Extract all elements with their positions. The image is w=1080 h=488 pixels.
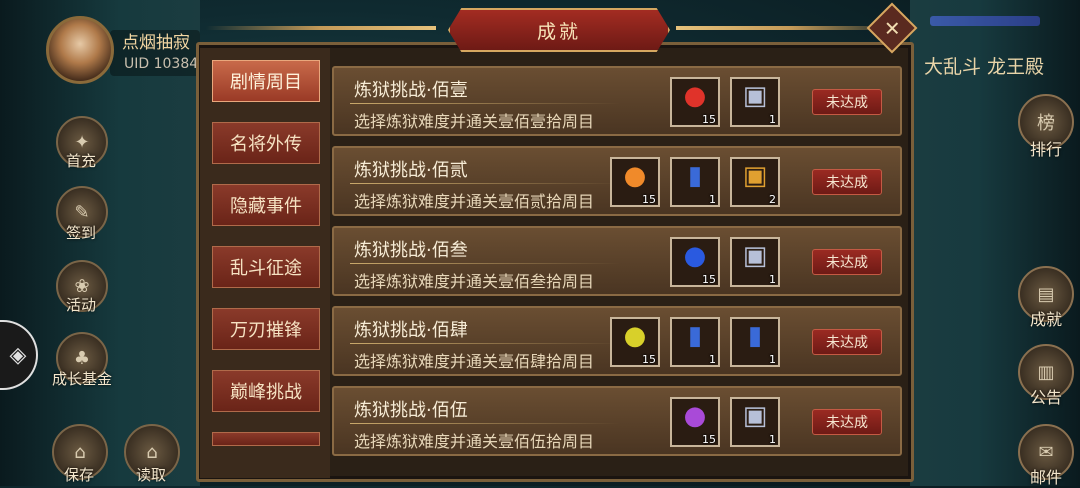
achievement-desc: 选择炼狱难度并通关壹佰肆拾周目: [354, 352, 595, 371]
category-tab-column: 剧情周目 名将外传 隐藏事件 乱斗征途 万刃摧锋 巅峰挑战: [200, 48, 330, 478]
reward-item[interactable]: ● 15: [610, 317, 660, 367]
reward-count: 15: [702, 273, 716, 286]
reward-item[interactable]: ▣ 1: [730, 397, 780, 447]
reward-item[interactable]: ▣ 2: [730, 157, 780, 207]
reward-item[interactable]: ● 15: [670, 397, 720, 447]
mail-icon: ✉: [1038, 441, 1054, 463]
player-avatar[interactable]: [46, 16, 114, 84]
status-badge: 未达成: [812, 249, 882, 275]
map-title: 大乱斗 龙王殿: [924, 56, 1045, 78]
first-recharge-label: 首充: [66, 152, 97, 170]
achievement-title: 炼狱挑战·佰贰: [354, 160, 468, 181]
purple-fruit-icon: ●: [683, 401, 707, 431]
achievement-desc: 选择炼狱难度并通关壹佰伍拾周目: [354, 432, 595, 451]
reward-item[interactable]: ▮ 1: [730, 317, 780, 367]
achievement-row: 炼狱挑战·佰伍 选择炼狱难度并通关壹佰伍拾周目 ● 15 ▣ 1 未达成: [332, 386, 902, 456]
tab-blade-assault[interactable]: 万刃摧锋: [212, 308, 320, 350]
reward-count: 1: [769, 353, 776, 366]
reward-count: 1: [709, 353, 716, 366]
silver-chest-icon: ▣: [742, 81, 768, 111]
tab-hidden-events[interactable]: 隐藏事件: [212, 184, 320, 226]
row-divider: [350, 103, 620, 104]
blue-fruit-icon: ●: [683, 241, 707, 271]
silver-chest-icon: ▣: [742, 401, 768, 431]
reward-count: 15: [702, 113, 716, 126]
tree-icon: ♣: [73, 347, 91, 369]
reward-count: 15: [702, 433, 716, 446]
achievement-row: 炼狱挑战·佰肆 选择炼狱难度并通关壹佰肆拾周目 ● 15 ▮ 1 ▮ 1 未达成: [332, 306, 902, 376]
reward-item[interactable]: ▮ 1: [670, 317, 720, 367]
achievement-label: 成就: [1030, 310, 1063, 329]
achievement-icon: ▤: [1037, 283, 1055, 305]
status-badge: 未达成: [812, 89, 882, 115]
blue-scroll-icon: ▮: [687, 161, 703, 191]
reward-item[interactable]: ▣ 1: [730, 77, 780, 127]
tab-famous-generals[interactable]: 名将外传: [212, 122, 320, 164]
mail-label: 邮件: [1030, 468, 1063, 487]
silver-chest-icon: ▣: [742, 241, 768, 271]
exp-bar: [930, 16, 1040, 26]
blue-scroll-icon: ▮: [687, 321, 703, 351]
status-badge: 未达成: [812, 329, 882, 355]
achievement-row: 炼狱挑战·佰贰 选择炼狱难度并通关壹佰贰拾周目 ● 15 ▮ 1 ▣ 2 未达成: [332, 146, 902, 216]
achievement-desc: 选择炼狱难度并通关壹佰壹拾周目: [354, 112, 595, 131]
blue-scroll-icon: ▮: [747, 321, 763, 351]
reward-item[interactable]: ▣ 1: [730, 237, 780, 287]
player-name: 点烟抽寂: [122, 33, 190, 53]
sign-in-label: 签到: [66, 224, 97, 242]
achievement-list[interactable]: 炼狱挑战·佰壹 选择炼狱难度并通关壹佰壹拾周目 ● 15 ▣ 1 未达成 炼狱挑…: [332, 60, 902, 474]
achievement-title: 炼狱挑战·佰伍: [354, 400, 468, 421]
save-label: 保存: [64, 466, 95, 484]
reward-count: 15: [642, 353, 656, 366]
achievement-desc: 选择炼狱难度并通关壹佰叁拾周目: [354, 272, 595, 291]
tab-partial-next[interactable]: [212, 432, 320, 446]
tab-peak-challenge[interactable]: 巅峰挑战: [212, 370, 320, 412]
reward-count: 1: [709, 193, 716, 206]
row-divider: [350, 263, 620, 264]
row-divider: [350, 423, 620, 424]
notice-label: 公告: [1030, 388, 1063, 407]
orange-fruit-icon: ●: [623, 161, 647, 191]
save-icon: ⌂: [74, 441, 86, 463]
scroll-icon: ▥: [1037, 361, 1055, 383]
activity-label: 活动: [66, 296, 97, 314]
drawer-icon: ◈: [9, 342, 27, 368]
reward-item[interactable]: ▮ 1: [670, 157, 720, 207]
reward-count: 1: [769, 433, 776, 446]
panel-title-banner: 成就: [448, 8, 670, 52]
tab-story-cycle[interactable]: 剧情周目: [212, 60, 320, 102]
reward-item[interactable]: ● 15: [670, 77, 720, 127]
reward-count: 2: [769, 193, 776, 206]
reward-count: 1: [769, 273, 776, 286]
yellow-fruit-icon: ●: [623, 321, 647, 351]
status-badge: 未达成: [812, 169, 882, 195]
row-divider: [350, 183, 620, 184]
gold-chest-icon: ▣: [742, 161, 768, 191]
reward-item[interactable]: ● 15: [610, 157, 660, 207]
growth-fund-label: 成长基金: [52, 370, 113, 388]
panel-title: 成就: [536, 20, 581, 43]
load-label: 读取: [136, 466, 167, 484]
achievement-title: 炼狱挑战·佰叁: [354, 240, 468, 261]
red-fruit-icon: ●: [683, 81, 707, 111]
close-icon: ✕: [883, 15, 901, 40]
achievement-row: 炼狱挑战·佰叁 选择炼狱难度并通关壹佰叁拾周目 ● 15 ▣ 1 未达成: [332, 226, 902, 296]
status-badge: 未达成: [812, 409, 882, 435]
brush-icon: ✎: [74, 201, 90, 223]
achievement-title: 炼狱挑战·佰壹: [354, 80, 468, 101]
achievement-row: 炼狱挑战·佰壹 选择炼狱难度并通关壹佰壹拾周目 ● 15 ▣ 1 未达成: [332, 66, 902, 136]
tab-brawl-journey[interactable]: 乱斗征途: [212, 246, 320, 288]
reward-item[interactable]: ● 15: [670, 237, 720, 287]
achievement-panel: 成就 ✕ 剧情周目 名将外传 隐藏事件 乱斗征途 万刃摧锋 巅峰挑战 炼狱挑战·…: [186, 2, 926, 486]
ranking-icon: 榜: [1037, 113, 1055, 134]
reward-count: 15: [642, 193, 656, 206]
achievement-desc: 选择炼狱难度并通关壹佰贰拾周目: [354, 192, 595, 211]
row-divider: [350, 343, 620, 344]
reward-count: 1: [769, 113, 776, 126]
load-icon: ⌂: [146, 441, 158, 463]
achievement-title: 炼狱挑战·佰肆: [354, 320, 468, 341]
ranking-label: 排行: [1030, 140, 1063, 159]
title-ornament-left: [206, 26, 436, 30]
